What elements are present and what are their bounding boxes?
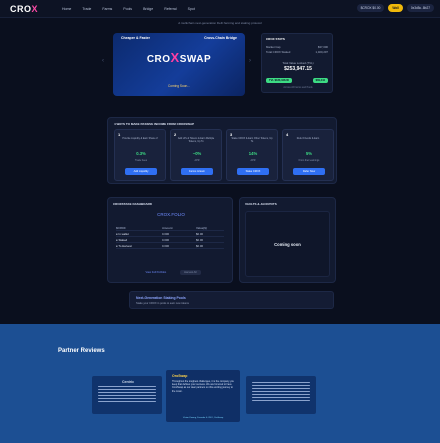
carousel-prev-icon[interactable]: ‹	[102, 58, 104, 64]
tvl-label: Total Value Locked (TVL)	[282, 61, 314, 65]
review-card-center[interactable]: OroSwap Throughout the toughest challeng…	[166, 370, 240, 422]
tvl-value: $253,947.15	[284, 66, 312, 72]
card-value: 0.3%	[136, 151, 146, 156]
card-value: 5%	[305, 151, 313, 156]
nav-link-pools[interactable]: Pools	[123, 7, 132, 11]
stat-row: Total CROX Staked 1,400,207	[266, 50, 328, 54]
review-logo: OroSwap	[172, 374, 188, 378]
tagline: A multichain next-generation DeFi farmin…	[178, 21, 262, 25]
nav-link-spot[interactable]: Spot	[188, 7, 195, 11]
partner-reviews-title: Partner Reviews	[58, 348, 105, 354]
nav-link-referral[interactable]: Referral	[164, 7, 176, 11]
next-gen-title: Next-Generation Staking Pools	[136, 296, 186, 300]
way-card-stake: 3 Stake CROX & Earn Other Tokens, Up To …	[226, 129, 278, 181]
nav-right: $CROX $0.00 Wall 0x3d5c..8b27	[356, 4, 434, 12]
price-badge: $CROX $0.00	[356, 4, 385, 12]
nav-link-home[interactable]: Home	[62, 7, 71, 11]
farms-earn-button[interactable]: Farms & Earn	[181, 168, 213, 175]
card-description: Provide Liquidity & Earn Share of	[122, 137, 158, 140]
carousel-next-icon[interactable]: ›	[249, 58, 251, 64]
review-logo: Centric	[122, 380, 135, 384]
dashboard-table: $CROX Amount Value($) ● In wallet 0.000 $0.0…	[116, 225, 224, 249]
stats-title: CROX STATS	[266, 37, 285, 41]
review-text-placeholder	[98, 386, 156, 404]
stats-chips: TVL $183,348.00 $39,444	[266, 78, 328, 83]
hero-head: Cheaper & Faster Cross-Chain Bridge	[121, 36, 237, 40]
wallet-button[interactable]: Wall	[388, 4, 403, 12]
harvest-all-button[interactable]: Harvest All	[180, 270, 201, 275]
next-gen-pools-banner[interactable]: Next-Generation Staking Pools Stake your…	[129, 291, 334, 309]
logo[interactable]: CROX	[10, 4, 38, 14]
card-description: Add LPs & Tokens & Earn Multiple Tokens,…	[177, 137, 215, 144]
review-card-left[interactable]: Centric	[92, 376, 162, 414]
table-row: ● To Harvest 0.000 $0.00	[116, 243, 224, 249]
hero-banner[interactable]: Cheaper & Faster Cross-Chain Bridge CROX…	[113, 33, 245, 96]
card-description: Refer Friends & Earn	[296, 137, 320, 140]
ways-title: 4 WAYS TO MAKE PASSIVE INCOME FROM CROXS…	[114, 122, 195, 126]
vaults-panel: VAULTS & JACKPOTS Coming soon	[239, 197, 336, 283]
view-portfolio-button[interactable]: View Full Portfolio	[141, 270, 170, 275]
tvl-chip: TVL $183,348.00	[266, 78, 292, 83]
top-nav: CROX Home Trade Farms Pools Bridge Refer…	[0, 0, 440, 18]
review-card-right[interactable]	[246, 376, 316, 414]
crox-stats-panel: CROX STATS Market Cap $37,000 Total CROX …	[261, 33, 333, 93]
dashboard-title: CROXSTAKE DASHBOARD	[113, 202, 152, 206]
add-liquidity-button[interactable]: Add Liquidity	[125, 168, 157, 175]
card-subtitle: APR	[250, 159, 256, 162]
nav-link-bridge[interactable]: Bridge	[143, 7, 153, 11]
card-subtitle: From their earnings	[298, 159, 320, 162]
hero-left-label: Cheaper & Faster	[121, 36, 150, 40]
card-description: Stake CROX & Earn Other Tokens, Up To	[231, 137, 273, 144]
card-subtitle: Trade Fees	[134, 159, 148, 162]
way-card-farms: 2 Add LPs & Tokens & Earn Multiple Token…	[170, 129, 222, 181]
stake-crox-button[interactable]: Stake CROX	[237, 168, 269, 175]
review-text: Throughout the toughest challenges, it i…	[172, 380, 234, 393]
way-card-refer: 4 Refer Friends & Earn 5% From their ear…	[282, 129, 334, 181]
hero-logo: CROXSWAP	[146, 50, 212, 65]
value-chip: $39,444	[312, 78, 328, 83]
nav-link-trade[interactable]: Trade	[82, 7, 91, 11]
hero-right-label: Cross-Chain Bridge	[204, 36, 237, 40]
card-value: 14%	[248, 151, 258, 156]
stat-row: Market Cap $37,000	[266, 45, 328, 49]
nav-links: Home Trade Farms Pools Bridge Referral S…	[62, 7, 195, 11]
nav-link-farms[interactable]: Farms	[102, 7, 112, 11]
address-badge[interactable]: 0x3d5c..8b27	[406, 4, 434, 12]
way-card-liquidity: 1 Provide Liquidity & Earn Share of 0.3%…	[114, 129, 166, 181]
passive-income-panel: 4 WAYS TO MAKE PASSIVE INCOME FROM CROXS…	[107, 117, 337, 184]
partner-reviews-section: Partner Reviews Centric OroSwap Througho…	[0, 324, 440, 443]
hero-subtitle: Coming Soon...	[168, 84, 190, 88]
stats-footer: Across All Farms and Pools	[283, 86, 313, 89]
review-author: Vivian Kwong, Founder & CEO, OroSwap	[182, 417, 224, 419]
vaults-title: VAULTS & JACKPOTS	[245, 202, 277, 206]
dashboard-panel: CROXSTAKE DASHBOARD CROX.FOLIO $CROX Amou…	[107, 197, 233, 283]
refer-now-button[interactable]: Refer Now	[293, 168, 325, 175]
dashboard-brand: CROX.FOLIO	[157, 212, 185, 217]
dashboard-buttons: View Full Portfolio Harvest All	[108, 270, 234, 275]
review-text-placeholder	[252, 382, 310, 403]
next-gen-subtitle: Stake your CROX in pools to earn new tok…	[136, 302, 189, 305]
vaults-coming-soon: Coming soon	[245, 211, 330, 277]
card-value: ~0%	[192, 151, 202, 156]
card-subtitle: APR	[194, 159, 200, 162]
